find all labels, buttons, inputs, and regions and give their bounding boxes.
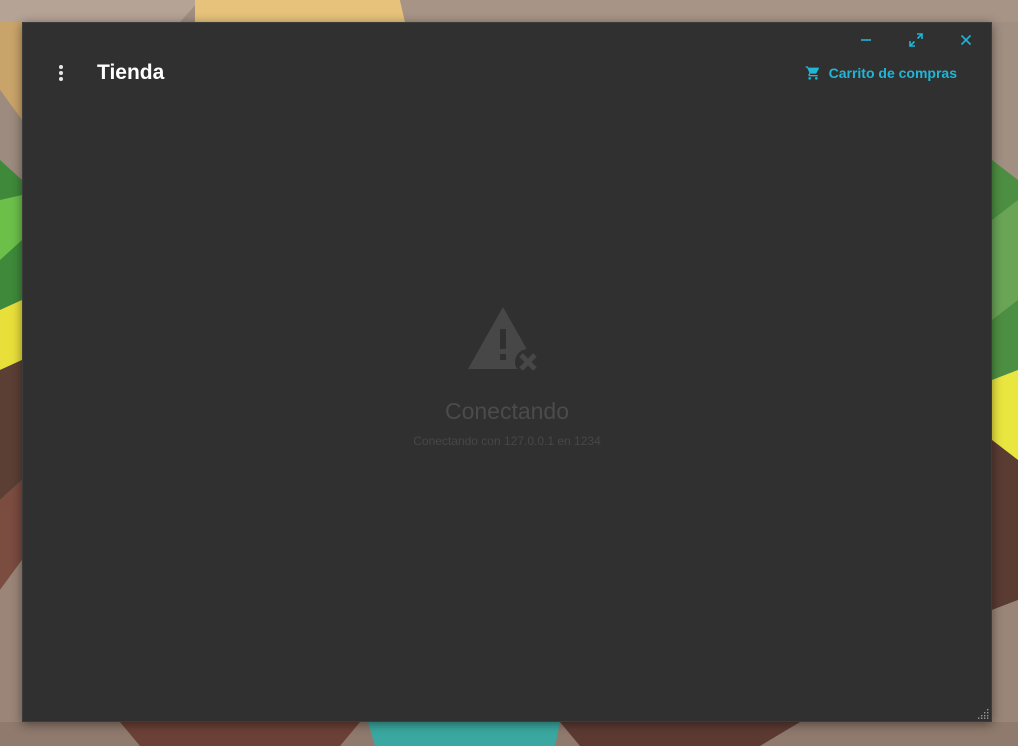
connection-status: Conectando Conectando con 127.0.0.1 en 1…	[23, 305, 991, 449]
warning-disconnected-icon	[468, 307, 541, 375]
shopping-cart-icon	[805, 66, 819, 80]
store-window: Tienda Carrito de compras Conectando Con…	[22, 22, 992, 722]
more-vert-icon	[59, 65, 63, 81]
close-button[interactable]	[951, 29, 981, 51]
status-message: Conectando con 127.0.0.1 en 1234	[413, 434, 601, 448]
shopping-cart-label: Carrito de compras	[828, 65, 957, 81]
shopping-cart-button[interactable]: Carrito de compras	[805, 63, 957, 83]
maximize-icon	[909, 33, 923, 47]
status-title: Conectando	[444, 398, 570, 424]
close-icon	[960, 34, 972, 46]
minimize-icon	[861, 39, 871, 41]
maximize-button[interactable]	[901, 29, 931, 51]
window-title: Tienda	[97, 61, 165, 84]
resize-grip-icon[interactable]	[977, 707, 989, 719]
minimize-button[interactable]	[851, 29, 881, 51]
menu-button[interactable]	[49, 61, 73, 85]
window-controls	[851, 29, 981, 51]
